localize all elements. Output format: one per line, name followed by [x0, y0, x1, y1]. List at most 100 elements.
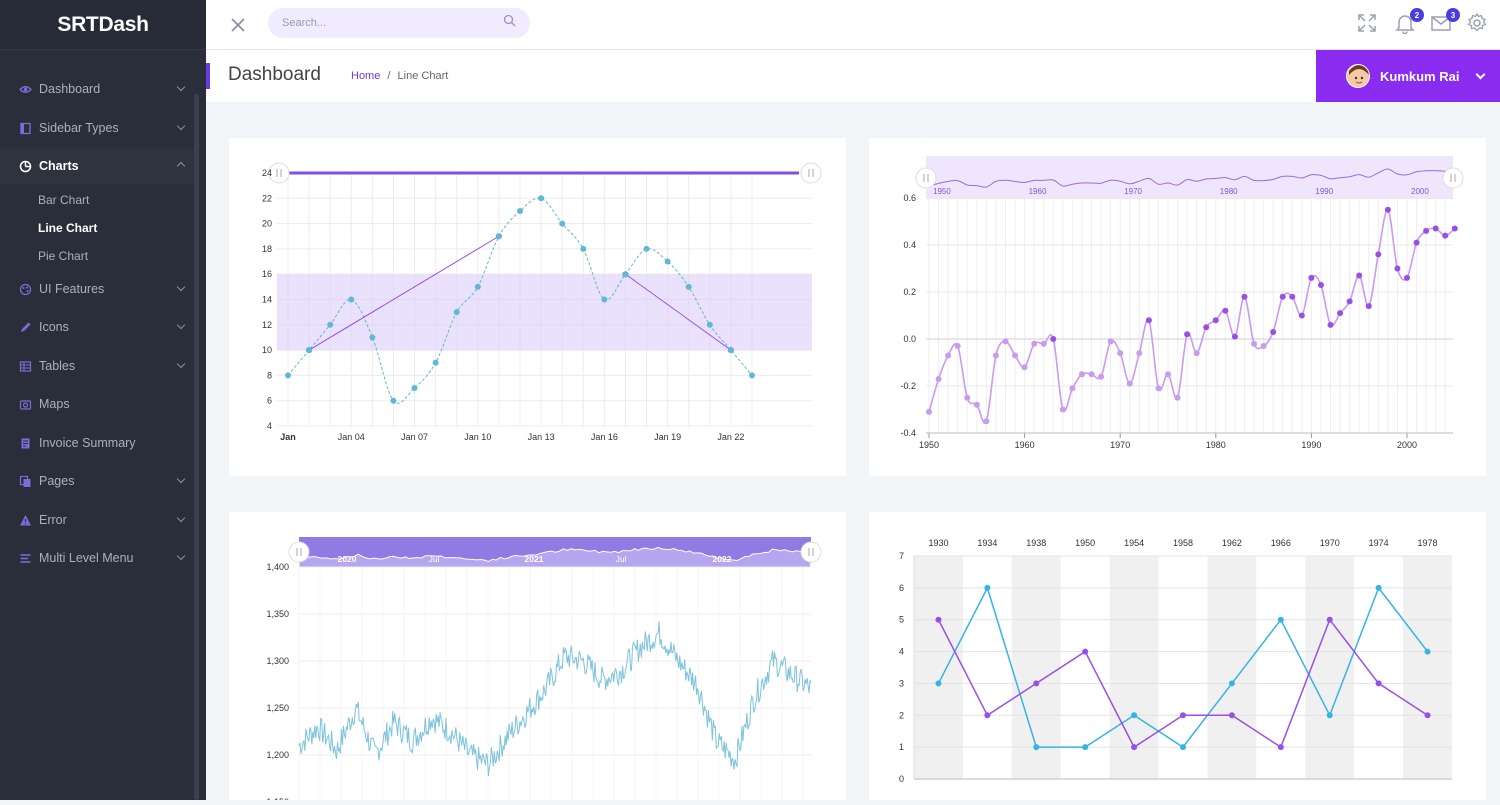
- breadcrumb-current: Line Chart: [397, 70, 449, 82]
- bell-icon[interactable]: 2: [1394, 8, 1424, 36]
- column-band: [914, 556, 963, 779]
- data-point: [411, 385, 418, 392]
- sidebar-sub-line-chart[interactable]: Line Chart: [38, 221, 97, 235]
- data-point: [1228, 712, 1235, 719]
- data-point: [1231, 333, 1238, 340]
- data-point: [1279, 293, 1286, 300]
- breadcrumb-home[interactable]: Home: [351, 70, 380, 82]
- search-input[interactable]: [282, 17, 503, 29]
- data-point: [559, 220, 566, 227]
- sidebar-item-multi-level-menu[interactable]: Multi Level Menu: [0, 541, 194, 575]
- sidebar-item-ui-features[interactable]: UI Features: [0, 272, 194, 306]
- search-icon[interactable]: [503, 14, 516, 32]
- data-point: [1212, 317, 1219, 324]
- sidebar-item-pages[interactable]: Pages: [0, 464, 194, 498]
- navigator-handle-right[interactable]: [800, 541, 822, 563]
- data-point: [1298, 312, 1305, 319]
- data-point: [1098, 373, 1105, 380]
- data-point: [1375, 251, 1382, 258]
- sidebar-item-label: Multi Level Menu: [39, 551, 134, 565]
- data-point: [1082, 744, 1089, 751]
- data-point: [1088, 371, 1095, 378]
- gear-icon[interactable]: [1466, 12, 1490, 36]
- x-tick-label: Jan 10: [464, 432, 491, 442]
- line-chart-4: 0 1 2 3 4 5 6 7 1930 1934 1938 1950 1954 1958 1962 1966…: [899, 538, 1452, 784]
- sidebar-sub-bar-chart[interactable]: Bar Chart: [38, 193, 89, 207]
- chevron-down-icon: [176, 282, 186, 292]
- x-tick-label: 1974: [1369, 538, 1389, 548]
- map-icon: [19, 398, 32, 411]
- scrollbar-handle-left[interactable]: [268, 162, 290, 184]
- sidebar-item-invoice-summary[interactable]: Invoice Summary: [0, 426, 194, 460]
- x-tick-label: 1970: [1320, 538, 1340, 548]
- data-point: [973, 401, 980, 408]
- y-tick-label: 4: [899, 647, 904, 657]
- y-tick-label: 1,350: [266, 609, 289, 619]
- y-tick-label: 0: [899, 774, 904, 784]
- data-point: [1424, 648, 1431, 655]
- sidebar-item-maps[interactable]: Maps: [0, 387, 194, 421]
- scrollbar-handle-right[interactable]: [800, 162, 822, 184]
- data-point: [926, 408, 932, 415]
- data-point: [1432, 225, 1439, 232]
- data-point: [1327, 321, 1334, 328]
- mail-icon[interactable]: 3: [1430, 8, 1460, 36]
- data-point: [1277, 744, 1284, 751]
- sidebar-item-dashboard[interactable]: Dashboard: [0, 72, 194, 106]
- navigator-label: 2000: [1411, 187, 1429, 196]
- y-tick-label: 1,250: [266, 703, 289, 713]
- sidebar-sub-pie-chart[interactable]: Pie Chart: [38, 249, 88, 263]
- sidebar-item-label: Pages: [39, 474, 75, 488]
- line-chart-card-2: 1950 1960 1970 1980 1990 2000 -0.4 -0.2 0.0 0.2 0…: [869, 138, 1486, 476]
- data-point: [749, 372, 755, 379]
- brand-logo[interactable]: SRTDash: [0, 0, 206, 50]
- y-tick-label: 8: [267, 370, 272, 380]
- data-point: [285, 372, 291, 379]
- y-tick-label: 6: [267, 396, 272, 406]
- navigator-handle-left[interactable]: [915, 167, 937, 189]
- warning-icon: [19, 514, 32, 527]
- data-point: [1356, 272, 1363, 279]
- sidebar-item-label: Invoice Summary: [39, 436, 136, 450]
- navigator-handle-right[interactable]: [1442, 167, 1464, 189]
- data-point: [1145, 317, 1152, 324]
- user-menu[interactable]: Kumkum Rai: [1316, 50, 1500, 102]
- data-point: [1365, 303, 1372, 310]
- sidebar-item-sidebar-types[interactable]: Sidebar Types: [0, 111, 194, 145]
- x-tick-label: 1950: [919, 440, 939, 450]
- navigator[interactable]: [926, 156, 1453, 199]
- navigator-handle-left[interactable]: [288, 541, 310, 563]
- data-point: [1040, 340, 1047, 347]
- sidebar-item-charts[interactable]: Charts: [0, 148, 194, 184]
- navigator-label: 2021: [525, 554, 544, 564]
- pie-chart-icon: [19, 160, 32, 173]
- x-tick-label: 1962: [1222, 538, 1242, 548]
- sidebar-item-error[interactable]: Error: [0, 503, 194, 537]
- sidebar: SRTDash Dashboard Sidebar Types Charts B…: [0, 0, 206, 800]
- x-tick-label: 1950: [1075, 538, 1095, 548]
- fullscreen-icon[interactable]: [1356, 12, 1380, 36]
- data-point: [538, 195, 545, 202]
- breadcrumb: Home / Line Chart: [351, 70, 448, 82]
- y-tick-label: 7: [899, 551, 904, 561]
- y-tick-label: 18: [262, 244, 272, 254]
- data-point: [1155, 385, 1162, 392]
- data-point: [1337, 310, 1344, 317]
- sidebar-item-icons[interactable]: Icons: [0, 310, 194, 344]
- y-tick-label: 5: [899, 615, 904, 625]
- x-tick-label: 1978: [1418, 538, 1438, 548]
- chevron-down-icon: [176, 121, 186, 131]
- page-header: Dashboard Home / Line Chart Kumkum Rai: [206, 50, 1500, 102]
- close-icon[interactable]: [228, 15, 248, 35]
- mail-badge: 3: [1446, 8, 1460, 22]
- sidebar-item-label: Icons: [39, 320, 69, 334]
- column-band: [1207, 556, 1257, 779]
- data-point: [1002, 338, 1009, 345]
- navigator-label: 1980: [1220, 187, 1238, 196]
- x-tick-label: 1934: [977, 538, 997, 548]
- sidebar-scrollbar[interactable]: [194, 94, 199, 800]
- data-point: [1012, 352, 1019, 359]
- x-tick-label: 1954: [1124, 538, 1144, 548]
- data-point: [306, 347, 313, 354]
- sidebar-item-tables[interactable]: Tables: [0, 349, 194, 383]
